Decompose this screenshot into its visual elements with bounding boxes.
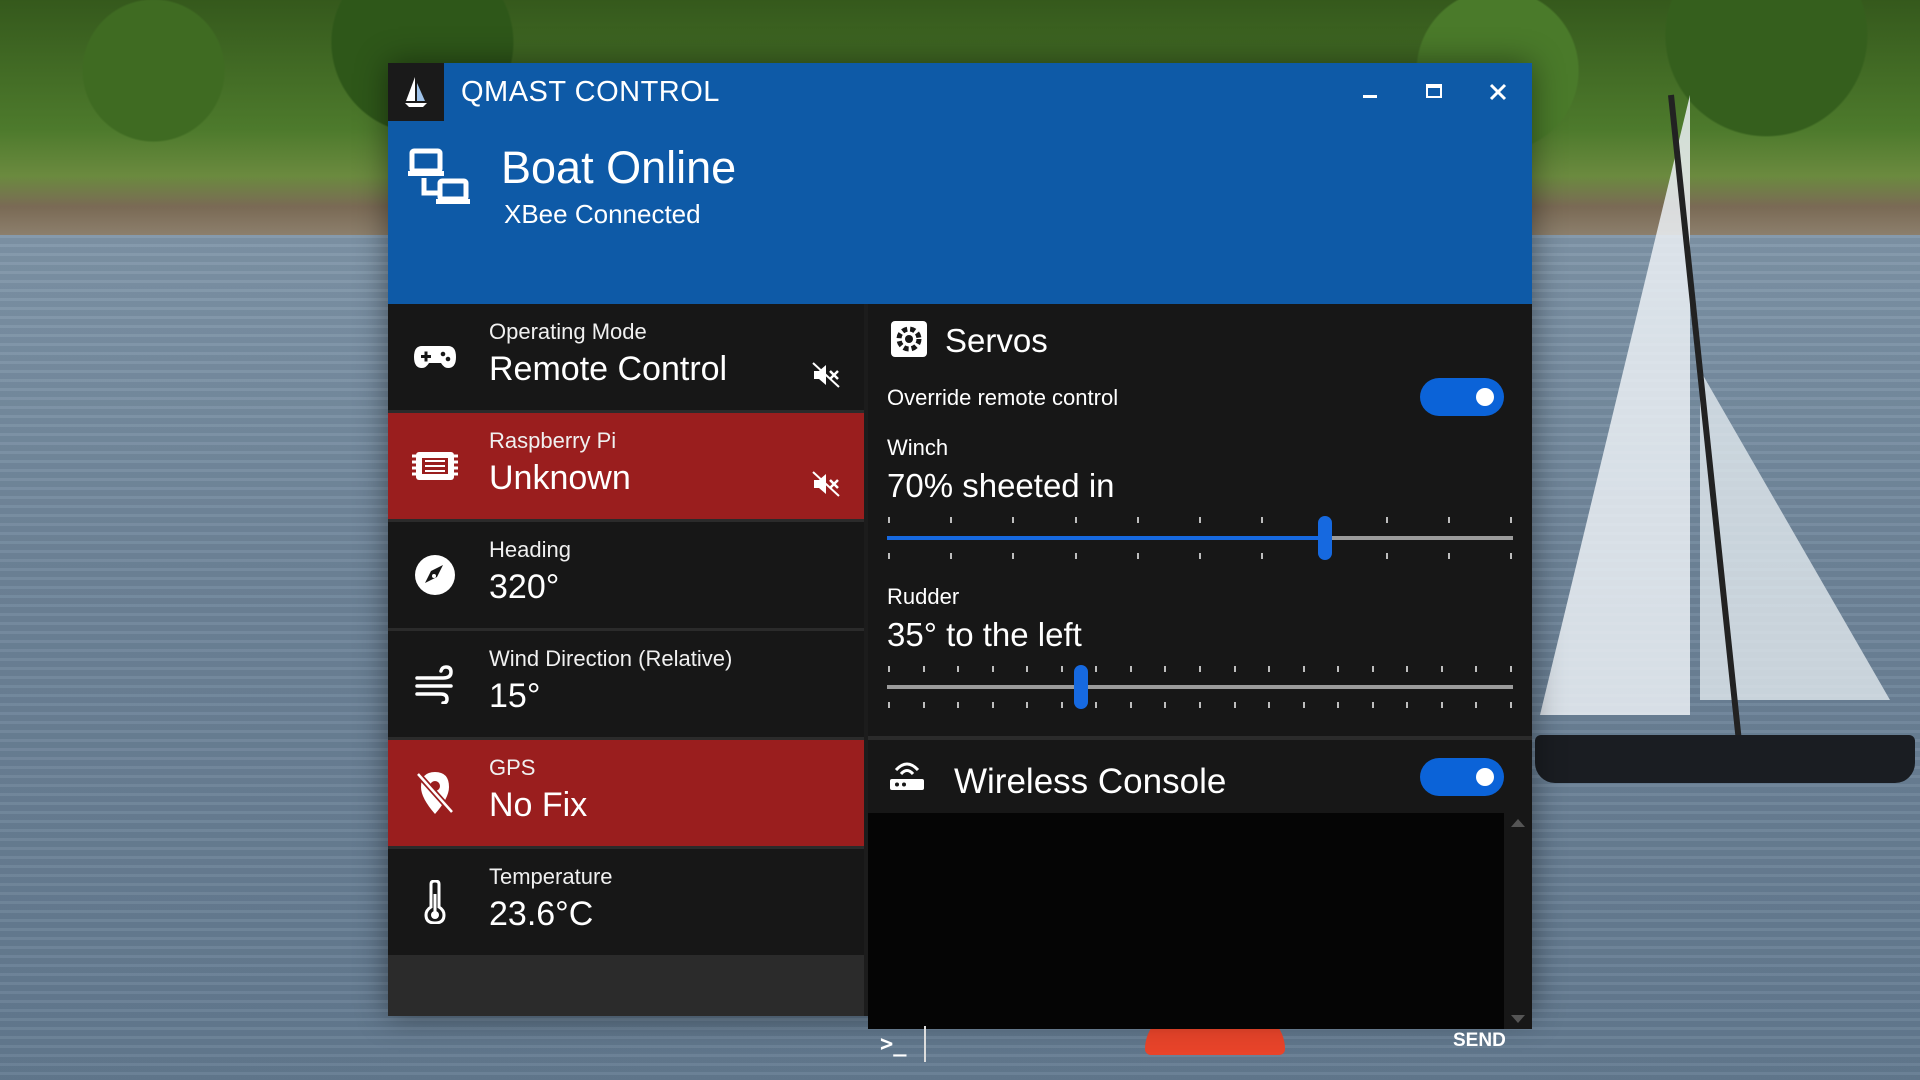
winch-label: Winch [887,435,949,460]
minimize-icon [1363,95,1377,98]
tile-value: 320° [489,568,560,606]
winch-value: 70% sheeted in [887,467,1115,504]
tile-label: Wind Direction (Relative) [489,646,733,671]
servos-panel: Servos Override remote control Winch 70%… [868,304,1532,736]
console-toggle[interactable] [1420,758,1504,796]
tile-operating-mode[interactable]: Operating Mode Remote Control [388,304,864,410]
console-output[interactable] [868,813,1504,1029]
mute-icon[interactable] [812,471,840,502]
network-icon [408,147,472,216]
connection-status-banner: Boat Online XBee Connected [388,121,1532,304]
tile-label: Heading [489,537,571,562]
maximize-button[interactable] [1402,63,1466,121]
connection-title: Boat Online [501,142,737,193]
tile-raspberry-pi[interactable]: Raspberry Pi Unknown [388,413,864,519]
close-icon [1489,83,1507,101]
thermometer-icon [412,879,458,925]
background-boat-hull [1535,735,1915,783]
mute-icon[interactable] [812,362,840,393]
status-tiles: Operating Mode Remote Control Raspberry … [388,304,864,1016]
minimize-button[interactable] [1338,63,1402,121]
right-panel: Servos Override remote control Winch 70%… [868,304,1532,1062]
tile-wind-direction[interactable]: Wind Direction (Relative) 15° [388,631,864,737]
title-bar[interactable]: QMAST CONTROL [388,63,1532,121]
slider-ticks [888,517,1512,559]
slider-thumb[interactable] [1318,516,1332,560]
background-sail [1540,95,1690,715]
chip-icon [412,443,458,489]
location-off-icon [412,770,458,816]
scroll-up-icon[interactable] [1511,819,1525,827]
slider-ticks [888,666,1512,708]
gear-icon [890,320,928,363]
tile-label: Raspberry Pi [489,428,617,453]
rudder-label: Rudder [887,584,960,609]
rudder-slider[interactable] [887,662,1513,712]
terminal-prompt-icon: >_ [880,1032,907,1057]
wind-icon [412,661,458,707]
tile-value: 15° [489,677,541,715]
tile-label: Operating Mode [489,319,647,344]
gamepad-icon [412,334,458,380]
tile-label: Temperature [489,864,613,889]
console-command-input[interactable] [924,1026,1434,1062]
close-button[interactable] [1466,63,1530,121]
tile-value: Unknown [489,459,631,497]
app-window: QMAST CONTROL Boat Online XBee Connected [388,63,1532,1062]
console-title: Wireless Console [954,762,1227,801]
tile-gps[interactable]: GPS No Fix [388,740,864,846]
sailboat-logo-icon [388,63,444,121]
toggle-knob [1476,388,1494,406]
rudder-value: 35° to the left [887,616,1082,653]
wireless-console-panel: Wireless Console >_ SEND [868,740,1532,1062]
maximize-icon [1426,84,1442,98]
tile-temperature[interactable]: Temperature 23.6°C [388,849,864,955]
tile-label: GPS [489,755,536,780]
tile-heading[interactable]: Heading 320° [388,522,864,628]
console-scrollbar[interactable] [1504,813,1532,1029]
override-label: Override remote control [887,385,1119,410]
override-toggle[interactable] [1420,378,1504,416]
connection-subtitle: XBee Connected [504,199,701,229]
wireless-router-icon [888,760,926,797]
scroll-down-icon[interactable] [1511,1015,1525,1023]
servos-title: Servos [945,322,1048,359]
send-button[interactable]: SEND [1453,1030,1506,1052]
tile-value: Remote Control [489,350,728,388]
tile-value: No Fix [489,786,588,824]
toggle-knob [1476,768,1494,786]
tile-value: 23.6°C [489,895,594,933]
compass-icon [412,552,458,598]
slider-thumb[interactable] [1074,665,1088,709]
winch-slider[interactable] [887,513,1513,563]
app-title: QMAST CONTROL [461,76,720,108]
